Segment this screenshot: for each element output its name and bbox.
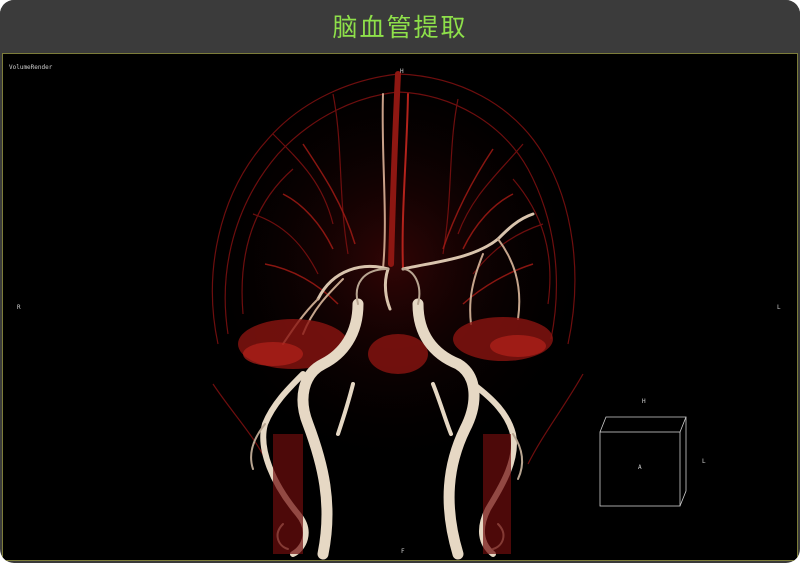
- orientation-cube-right-label: L: [702, 458, 706, 465]
- title-bar: 脑血管提取: [0, 0, 800, 52]
- orientation-cube: [599, 416, 687, 507]
- volume-render-viewport[interactable]: VolumeRender H R L F H A L: [2, 53, 798, 561]
- app-window: 脑血管提取 VolumeRender H R L F H A L: [0, 0, 800, 563]
- cerebral-vessel-render: [193, 71, 687, 560]
- page-title: 脑血管提取: [332, 13, 468, 42]
- orientation-cube-face-label: A: [638, 464, 642, 471]
- orientation-cube-top-label: H: [642, 398, 646, 405]
